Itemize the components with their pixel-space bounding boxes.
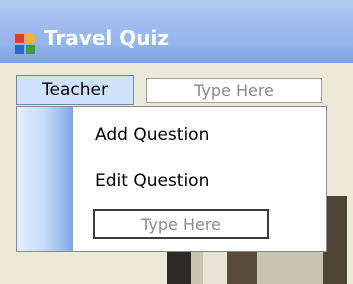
dropdown-type-here-placeholder[interactable]: Type Here xyxy=(93,209,269,239)
menu-item-edit-question[interactable]: Edit Question xyxy=(95,171,209,191)
application-window-icon xyxy=(15,34,35,54)
teacher-dropdown-menu: Add Question Edit Question Type Here xyxy=(16,106,327,252)
window-title: Travel Quiz xyxy=(44,26,169,50)
menu-type-here-placeholder[interactable]: Type Here xyxy=(146,78,322,103)
menu-teacher[interactable]: Teacher xyxy=(16,75,134,105)
title-bar[interactable]: Travel Quiz xyxy=(0,0,353,63)
menu-icon-gutter xyxy=(17,107,73,251)
menu-item-add-question[interactable]: Add Question xyxy=(95,125,209,145)
